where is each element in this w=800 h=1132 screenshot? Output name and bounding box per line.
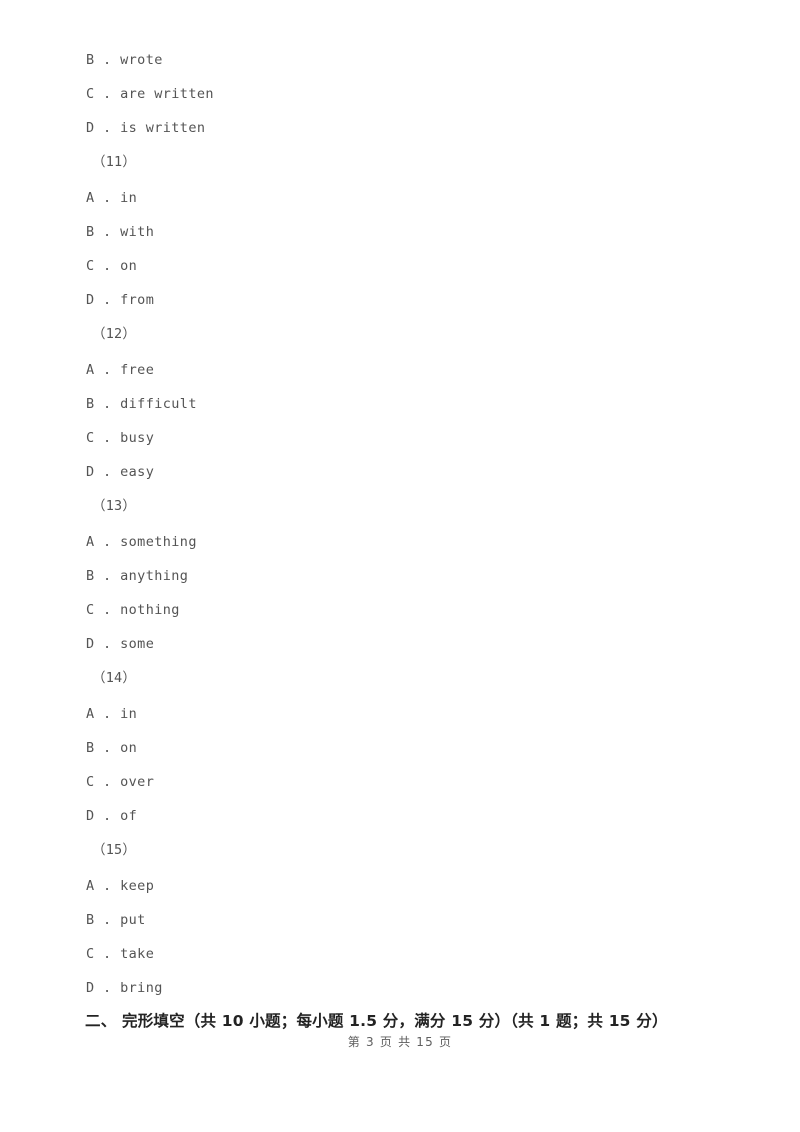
- answer-option: A . free: [86, 362, 155, 378]
- answer-option: D . of: [86, 808, 138, 824]
- answer-option: A . in: [86, 706, 138, 722]
- answer-option: B . with: [86, 224, 155, 240]
- answer-option: D . easy: [86, 464, 155, 480]
- question-number: （14）: [92, 670, 137, 686]
- answer-option: C . take: [86, 946, 155, 962]
- answer-option: C . busy: [86, 430, 155, 446]
- answer-option: B . difficult: [86, 396, 197, 412]
- answer-option: C . over: [86, 774, 155, 790]
- answer-option: B . anything: [86, 568, 189, 584]
- question-number: （11）: [92, 154, 137, 170]
- answer-option: A . something: [86, 534, 197, 550]
- answer-option: A . in: [86, 190, 138, 206]
- document-page: B . wrote C . are written D . is written （1…: [0, 0, 800, 1132]
- section-heading: 二、 完形填空（共 10 小题；每小题 1.5 分，满分 15 分）（共 1 题…: [85, 1012, 668, 1030]
- answer-option: B . wrote: [86, 52, 163, 68]
- answer-option: D . bring: [86, 980, 163, 996]
- page-footer: 第 3 页 共 15 页: [347, 1035, 453, 1049]
- answer-option: C . on: [86, 258, 138, 274]
- question-number: （13）: [92, 498, 137, 514]
- answer-option: C . are written: [86, 86, 214, 102]
- question-number: （12）: [92, 326, 137, 342]
- answer-option: D . from: [86, 292, 155, 308]
- answer-option: D . some: [86, 636, 155, 652]
- answer-option: C . nothing: [86, 602, 180, 618]
- answer-option: B . put: [86, 912, 146, 928]
- answer-option: A . keep: [86, 878, 155, 894]
- question-number: （15）: [92, 842, 137, 858]
- answer-option: B . on: [86, 740, 138, 756]
- answer-option: D . is written: [86, 120, 206, 136]
